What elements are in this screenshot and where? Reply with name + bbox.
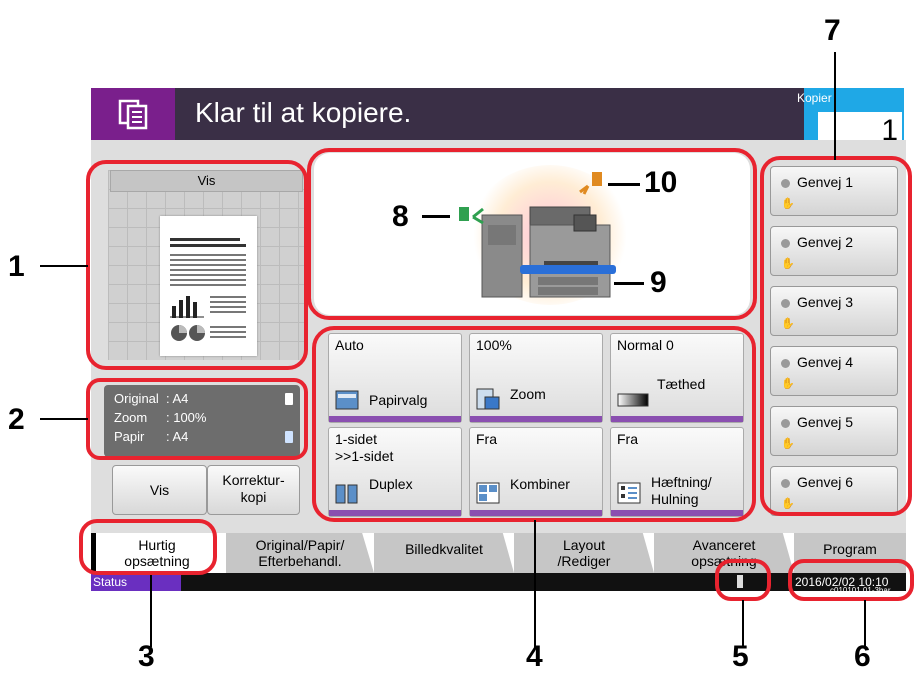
callout-ring-1 xyxy=(86,160,308,370)
callout-number-5: 5 xyxy=(732,640,749,673)
leader-line-1 xyxy=(40,265,88,267)
callout-ring-7 xyxy=(760,156,912,516)
copy-mode-icon xyxy=(91,88,175,140)
status-button[interactable]: Status xyxy=(91,573,181,591)
callout-number-9: 9 xyxy=(650,266,667,299)
leader-line-7 xyxy=(834,52,836,160)
tab-original-paper-finishing[interactable]: Original/Papir/ Efterbehandl. xyxy=(226,533,374,573)
copies-label: Kopier xyxy=(797,91,832,105)
leader-line-4 xyxy=(534,520,536,648)
callout-number-8: 8 xyxy=(392,200,409,233)
callout-ring-2 xyxy=(86,378,308,460)
page-title: Klar til at kopiere. xyxy=(195,97,412,128)
leader-line-8 xyxy=(422,215,450,218)
callout-ring-5 xyxy=(715,559,771,601)
leader-line-10 xyxy=(608,183,640,186)
status-bar xyxy=(91,573,906,591)
callout-ring-6 xyxy=(788,559,914,601)
tab-image-quality[interactable]: Billedkvalitet xyxy=(374,533,514,573)
callout-number-3: 3 xyxy=(138,640,155,673)
view-button[interactable]: Vis xyxy=(112,465,207,515)
callout-ring-device xyxy=(307,148,757,320)
callout-ring-4 xyxy=(312,326,756,522)
proof-copy-button[interactable]: Korrektur- kopi xyxy=(207,465,300,515)
leader-line-9 xyxy=(614,282,644,285)
leader-line-2 xyxy=(40,418,88,420)
leader-line-3 xyxy=(150,575,152,647)
callout-number-10: 10 xyxy=(644,166,678,199)
callout-ring-3 xyxy=(79,519,217,575)
callout-number-1: 1 xyxy=(8,250,25,283)
callout-number-4: 4 xyxy=(526,640,543,673)
callout-number-2: 2 xyxy=(8,403,25,436)
callout-number-6: 6 xyxy=(854,640,871,673)
callout-number-7: 7 xyxy=(824,14,841,47)
